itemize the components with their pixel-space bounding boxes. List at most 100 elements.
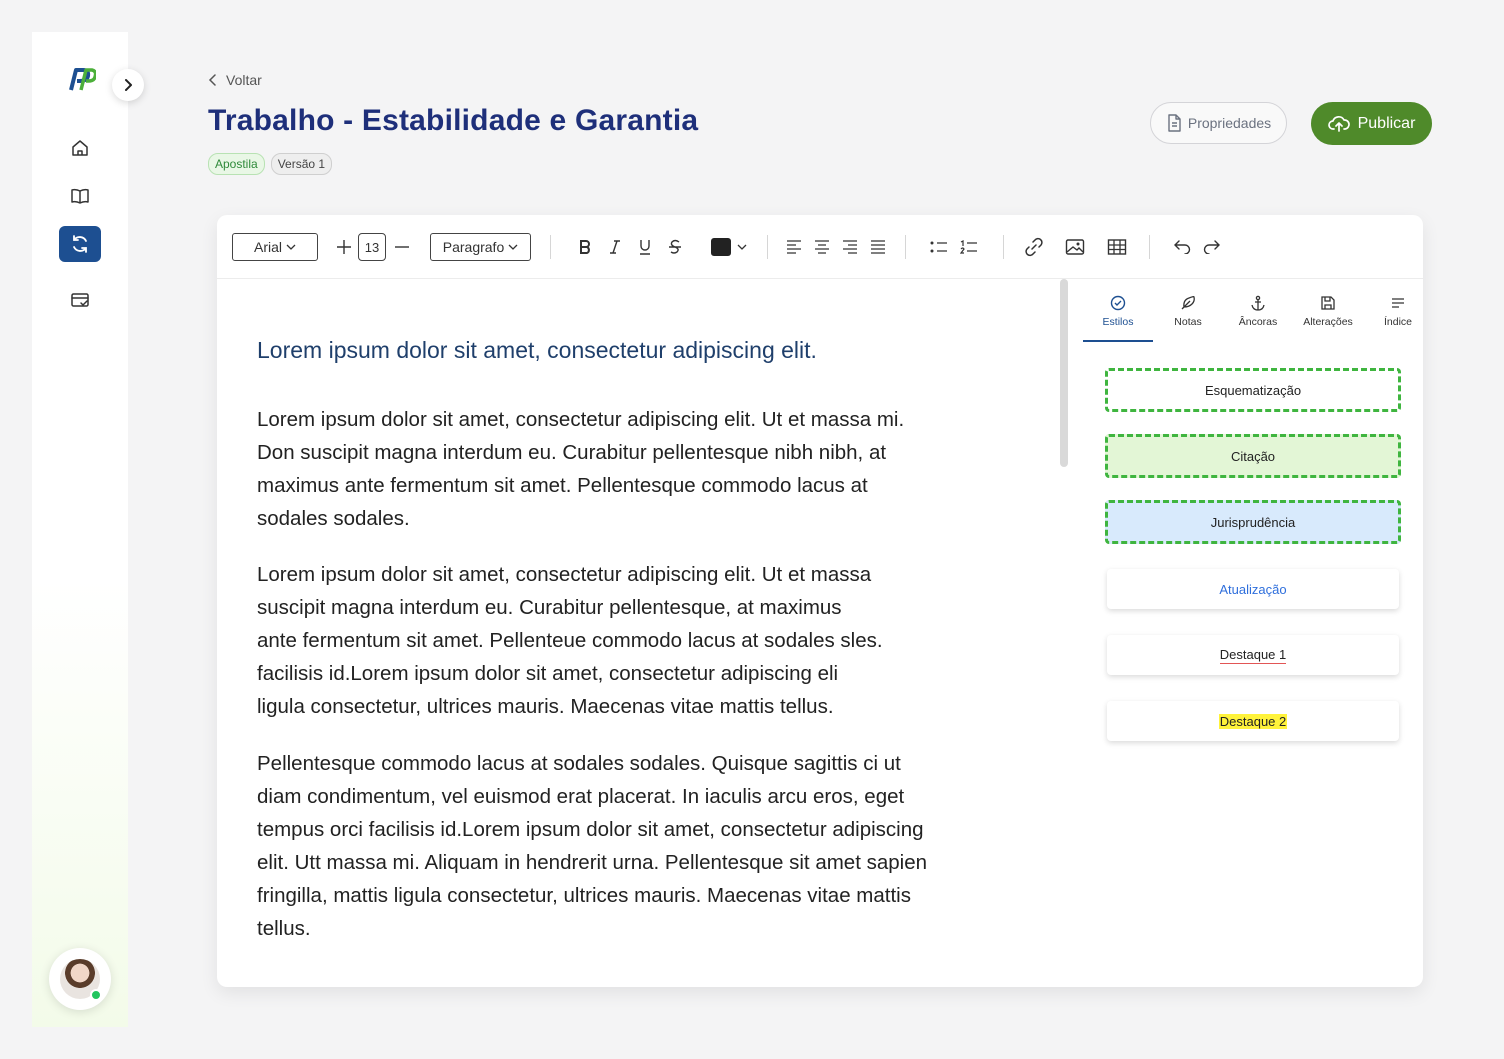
tab-alteracoes[interactable]: Alterações bbox=[1293, 295, 1363, 341]
chevron-left-icon bbox=[208, 74, 216, 86]
sidebar-item-home[interactable] bbox=[59, 130, 101, 166]
tab-notas[interactable]: Notas bbox=[1153, 295, 1223, 341]
sidebar-item-library[interactable] bbox=[59, 178, 101, 214]
side-panel-tabs: Estilos Notas Âncoras Alterações Índice bbox=[1083, 295, 1423, 343]
chevron-down-icon bbox=[286, 244, 296, 250]
text-color-swatch bbox=[711, 238, 731, 256]
anchor-icon bbox=[1251, 295, 1265, 311]
strikethrough-button[interactable] bbox=[665, 233, 685, 261]
paragraph-style-value: Paragrafo bbox=[442, 239, 505, 255]
undo-button[interactable] bbox=[1171, 233, 1193, 261]
numbered-list-icon bbox=[960, 240, 977, 254]
style-esquematizacao[interactable]: Esquematização bbox=[1105, 368, 1401, 412]
chevron-down-icon bbox=[737, 244, 747, 250]
type-badge: Apostila bbox=[208, 153, 265, 175]
style-label: Destaque 1 bbox=[1219, 646, 1287, 664]
font-family-select[interactable]: Arial bbox=[232, 233, 318, 261]
style-atualizacao[interactable]: Atualização bbox=[1107, 569, 1399, 609]
bold-icon bbox=[580, 240, 590, 254]
underline-button[interactable] bbox=[635, 233, 655, 261]
list-icon bbox=[1392, 298, 1404, 308]
avatar bbox=[60, 959, 102, 1001]
document-content[interactable]: Lorem ipsum dolor sit amet, consectetur … bbox=[257, 333, 1037, 945]
style-citacao[interactable]: Citação bbox=[1105, 434, 1401, 478]
feather-icon bbox=[1181, 296, 1195, 310]
sync-icon bbox=[73, 235, 87, 253]
tab-ancoras[interactable]: Âncoras bbox=[1223, 295, 1293, 341]
align-left-button[interactable] bbox=[784, 233, 804, 261]
style-destaque-1[interactable]: Destaque 1 bbox=[1107, 635, 1399, 675]
tab-label: Estilos bbox=[1102, 316, 1134, 328]
paragraph-style-select[interactable]: Paragrafo bbox=[430, 233, 531, 261]
image-icon bbox=[1065, 239, 1085, 255]
table-icon bbox=[1107, 239, 1127, 255]
tab-indice[interactable]: Índice bbox=[1363, 295, 1433, 341]
toolbar-divider bbox=[905, 235, 906, 259]
text-color-picker[interactable] bbox=[709, 233, 749, 261]
properties-label: Propriedades bbox=[1187, 115, 1272, 131]
link-icon bbox=[1025, 237, 1043, 257]
tab-label: Alterações bbox=[1303, 316, 1353, 328]
logo[interactable] bbox=[66, 68, 98, 92]
align-right-button[interactable] bbox=[840, 233, 860, 261]
version-badge: Versão 1 bbox=[270, 153, 333, 175]
paragraph: Lorem ipsum dolor sit amet, consectetur … bbox=[257, 408, 905, 530]
paragraph: Lorem ipsum dolor sit amet, consectetur … bbox=[257, 563, 883, 718]
undo-icon bbox=[1174, 240, 1191, 254]
publish-button[interactable]: Publicar bbox=[1311, 102, 1432, 145]
toolbar-divider bbox=[550, 235, 551, 259]
tab-label: Índice bbox=[1383, 316, 1413, 328]
align-center-icon bbox=[815, 240, 829, 254]
tab-estilos[interactable]: Estilos bbox=[1083, 295, 1153, 342]
chevron-down-icon bbox=[508, 244, 518, 250]
badges: Apostila Versão 1 bbox=[208, 153, 333, 175]
back-link[interactable]: Voltar bbox=[208, 72, 262, 88]
strikethrough-icon bbox=[669, 239, 681, 254]
decrease-font-size-button[interactable] bbox=[392, 233, 412, 261]
sidebar-item-tasks[interactable] bbox=[59, 282, 101, 318]
redo-button[interactable] bbox=[1201, 233, 1223, 261]
style-label: Citação bbox=[1230, 448, 1276, 464]
editor-toolbar: Arial 13 Paragrafo bbox=[217, 215, 1423, 279]
font-family-value: Arial bbox=[253, 239, 282, 255]
sidebar-expand-button[interactable] bbox=[112, 69, 144, 101]
numbered-list-button[interactable] bbox=[958, 233, 980, 261]
toolbar-divider bbox=[1149, 235, 1150, 259]
align-justify-button[interactable] bbox=[868, 233, 888, 261]
style-label: Esquematização bbox=[1204, 382, 1302, 398]
style-jurisprudencia[interactable]: Jurisprudência bbox=[1105, 500, 1401, 544]
insert-link-button[interactable] bbox=[1023, 233, 1045, 261]
align-center-button[interactable] bbox=[812, 233, 832, 261]
insert-image-button[interactable] bbox=[1064, 233, 1086, 261]
page-title: Trabalho - Estabilidade e Garantia bbox=[208, 104, 699, 137]
font-size-value: 13 bbox=[364, 239, 380, 255]
properties-button[interactable]: Propriedades bbox=[1150, 102, 1287, 144]
cloud-upload-icon bbox=[1327, 115, 1350, 132]
font-size-input[interactable]: 13 bbox=[358, 233, 386, 261]
italic-button[interactable] bbox=[605, 233, 625, 261]
bullet-list-button[interactable] bbox=[928, 233, 950, 261]
publish-label: Publicar bbox=[1357, 114, 1416, 132]
align-right-icon bbox=[843, 240, 857, 254]
back-label: Voltar bbox=[226, 72, 262, 88]
style-destaque-2[interactable]: Destaque 2 bbox=[1107, 701, 1399, 741]
logo-icon bbox=[69, 68, 98, 91]
italic-icon bbox=[610, 240, 620, 254]
check-circle-icon bbox=[1110, 295, 1126, 311]
document-scrollbar[interactable] bbox=[1060, 279, 1068, 467]
toolbar-divider bbox=[767, 235, 768, 259]
book-icon bbox=[71, 188, 89, 204]
editor-card: Arial 13 Paragrafo Lorem ipsum dolor sit… bbox=[217, 215, 1423, 987]
card-check-icon bbox=[71, 293, 89, 307]
user-avatar-button[interactable] bbox=[49, 948, 111, 1010]
style-label: Atualização bbox=[1219, 581, 1287, 597]
document-icon bbox=[1168, 114, 1181, 132]
increase-font-size-button[interactable] bbox=[334, 233, 354, 261]
sidebar bbox=[32, 32, 144, 1027]
insert-table-button[interactable] bbox=[1106, 233, 1128, 261]
online-status-dot bbox=[90, 989, 102, 1001]
bold-button[interactable] bbox=[575, 233, 595, 261]
plus-icon bbox=[337, 240, 351, 254]
sidebar-item-sync[interactable] bbox=[59, 226, 101, 262]
redo-icon bbox=[1203, 240, 1220, 254]
